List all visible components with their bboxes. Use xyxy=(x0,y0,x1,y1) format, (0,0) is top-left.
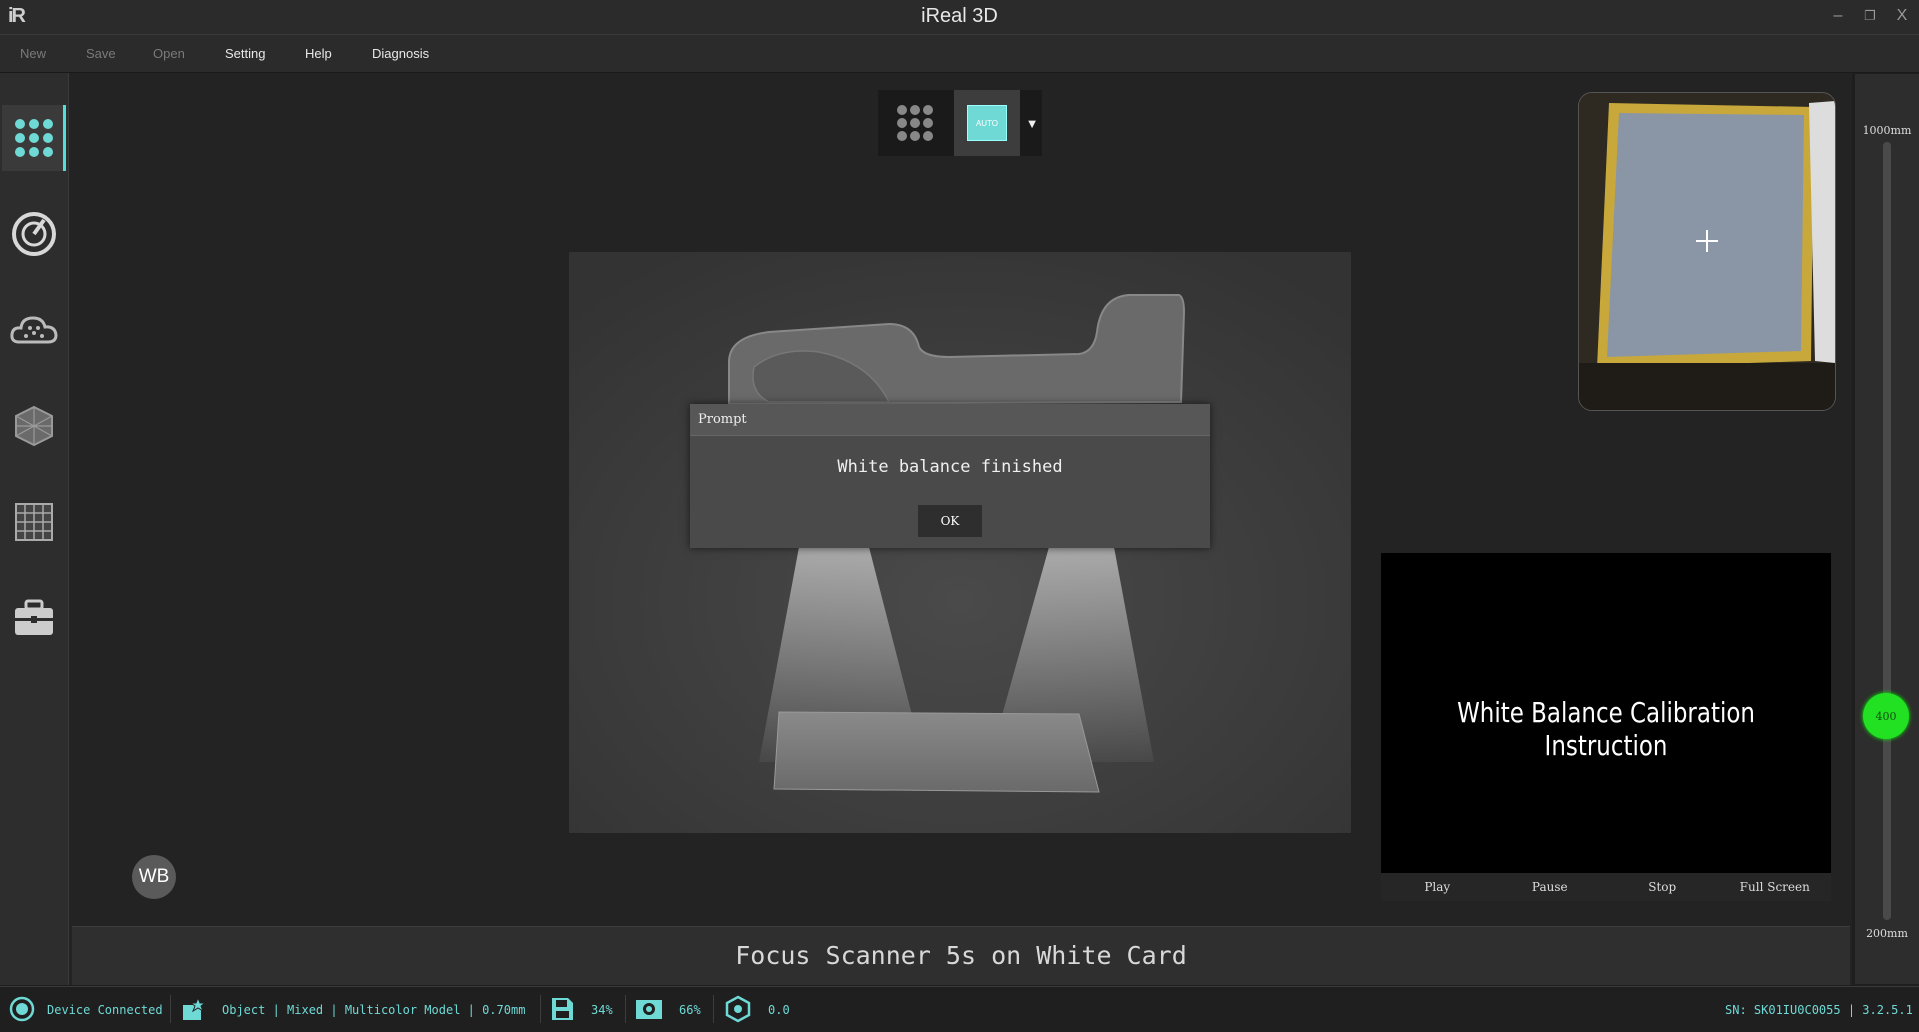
scan-info-text: Object | Mixed | Multicolor Model | 0.70… xyxy=(222,1003,526,1017)
instruction-text: Focus Scanner 5s on White Card xyxy=(735,941,1187,970)
menu-new[interactable]: New xyxy=(20,46,46,61)
white-balance-button[interactable]: WB xyxy=(132,855,176,899)
camera-preview xyxy=(1578,92,1836,411)
stop-button[interactable]: Stop xyxy=(1606,873,1719,901)
video-player[interactable]: White Balance Calibration Instruction Pl… xyxy=(1381,553,1831,901)
tool-sidebar xyxy=(0,73,69,985)
video-title: White Balance Calibration Instruction xyxy=(1457,696,1755,762)
pause-button[interactable]: Pause xyxy=(1494,873,1607,901)
menu-bar: New Save Open Setting Help Diagnosis xyxy=(0,35,1919,73)
device-status-text: Device Connected xyxy=(47,1003,163,1017)
sidebar-item-scan-mode[interactable] xyxy=(2,105,66,171)
prompt-title: Prompt xyxy=(698,412,747,427)
marker-grid-icon xyxy=(897,105,933,141)
memory-icon xyxy=(636,1000,662,1019)
grid-icon xyxy=(15,503,53,541)
mesh-icon xyxy=(15,405,53,447)
scan-target-icon xyxy=(12,212,56,256)
points-text: 0.0 xyxy=(768,1003,790,1017)
marker-mode-button[interactable] xyxy=(878,90,952,156)
menu-help[interactable]: Help xyxy=(305,46,332,61)
toolbox-icon xyxy=(15,599,53,635)
prompt-dialog: Prompt White balance finished OK xyxy=(690,404,1210,548)
instruction-bar: Focus Scanner 5s on White Card xyxy=(72,926,1850,985)
scan-mode-icon xyxy=(15,119,53,157)
distance-panel: 1000mm 400 200mm xyxy=(1855,74,1919,984)
close-button[interactable]: X xyxy=(1890,4,1914,28)
fullscreen-button[interactable]: Full Screen xyxy=(1719,873,1832,901)
sidebar-item-mesh[interactable] xyxy=(2,393,66,459)
title-bar: iR iReal 3D – ❐ X xyxy=(0,0,1919,35)
distance-slider-track[interactable] xyxy=(1883,142,1891,920)
play-button[interactable]: Play xyxy=(1381,873,1494,901)
menu-setting[interactable]: Setting xyxy=(225,46,265,61)
storage-icon xyxy=(552,998,573,1020)
chevron-down-icon[interactable]: ▼ xyxy=(1022,90,1042,156)
auto-label: AUTO xyxy=(967,105,1007,141)
storage-text: 34% xyxy=(591,1003,613,1017)
sidebar-item-toolbox[interactable] xyxy=(2,585,66,651)
video-controls: Play Pause Stop Full Screen xyxy=(1381,873,1831,901)
distance-min-label: 200mm xyxy=(1866,927,1908,940)
menu-open[interactable]: Open xyxy=(153,46,185,61)
prompt-message: White balance finished xyxy=(837,457,1063,477)
menu-save[interactable]: Save xyxy=(86,46,116,61)
sidebar-item-grid[interactable] xyxy=(2,489,66,555)
status-bar: Device Connected Object | Mixed | Multic… xyxy=(0,986,1919,1032)
prompt-header: Prompt xyxy=(690,404,1210,436)
distance-max-label: 1000mm xyxy=(1862,124,1912,137)
minimize-button[interactable]: – xyxy=(1826,4,1850,28)
restore-button[interactable]: ❐ xyxy=(1858,4,1882,28)
distance-slider-knob[interactable]: 400 xyxy=(1863,693,1909,739)
sidebar-item-point-cloud[interactable] xyxy=(2,297,66,363)
memory-text: 66% xyxy=(679,1003,701,1017)
points-icon xyxy=(725,995,751,1023)
point-cloud-icon xyxy=(10,316,58,344)
sidebar-item-scan-target[interactable] xyxy=(2,201,66,267)
device-connected-icon xyxy=(9,996,35,1022)
window-title: iReal 3D xyxy=(921,5,998,27)
menu-diagnosis[interactable]: Diagnosis xyxy=(372,46,429,61)
object-mode-icon xyxy=(183,996,207,1020)
ok-button[interactable]: OK xyxy=(918,505,982,537)
scan-mode-toolbar: AUTO ▼ xyxy=(878,90,1042,156)
serial-number-text: SN: SK01IU0C0055 | 3.2.5.1 xyxy=(1725,1003,1913,1017)
auto-mode-button[interactable]: AUTO xyxy=(954,90,1020,156)
